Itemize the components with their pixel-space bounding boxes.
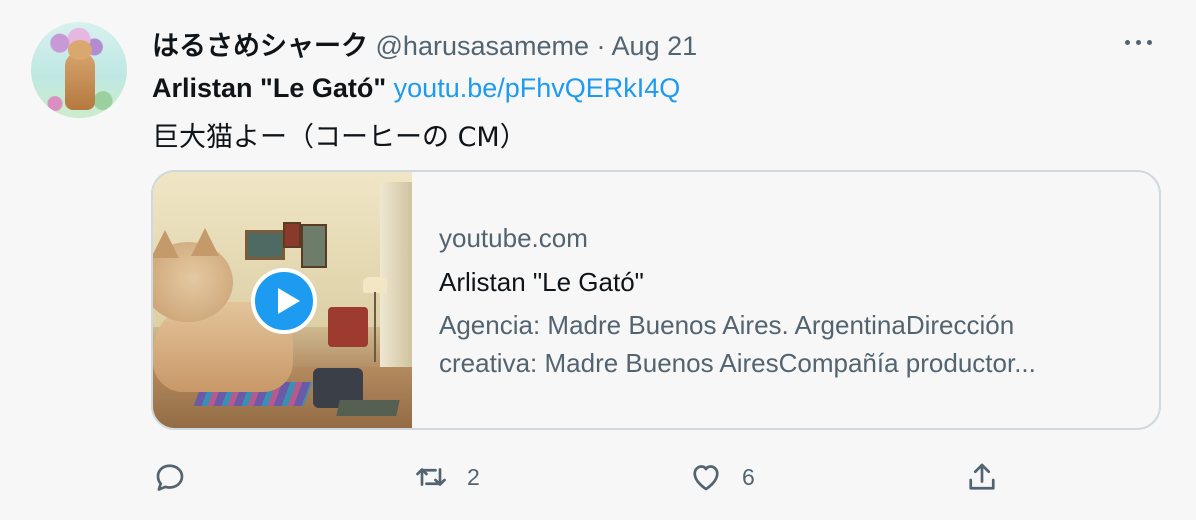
- retweet-icon: [416, 468, 446, 486]
- card-description-line2: creativa: Madre Buenos AiresCompañía pro…: [439, 348, 1036, 378]
- more-icon[interactable]: [1125, 30, 1163, 54]
- tweet-text-line1: Arlistan "Le Gató" youtu.be/pFhvQERkI4Q: [152, 73, 680, 104]
- reply-icon: [156, 464, 184, 491]
- video-thumbnail[interactable]: [153, 172, 412, 428]
- card-title: Arlistan "Le Gató": [439, 267, 644, 297]
- like-icon: [693, 465, 719, 491]
- like-count: 6: [742, 463, 755, 490]
- share-icon: [969, 463, 995, 490]
- reply-button[interactable]: [152, 455, 206, 499]
- tweet-link[interactable]: youtu.be/pFhvQERkI4Q: [394, 73, 681, 103]
- card-description-line1: Agencia: Madre Buenos Aires. ArgentinaDi…: [439, 310, 1015, 340]
- retweet-count: 2: [467, 463, 480, 490]
- like-button[interactable]: 6: [688, 455, 755, 499]
- tweet-date[interactable]: Aug 21: [612, 31, 698, 61]
- card-text: youtube.com Arlistan "Le Gató" Agencia: …: [439, 220, 1149, 382]
- display-name[interactable]: はるさめシャーク: [152, 31, 368, 62]
- card-description: Agencia: Madre Buenos Aires. ArgentinaDi…: [439, 306, 1129, 382]
- avatar-cat-illustration: [65, 40, 95, 110]
- tweet-title-text: Arlistan "Le Gató": [152, 73, 387, 103]
- tweet-text-line2: 巨大猫よー（コーヒーの CM）: [152, 122, 527, 153]
- card-domain: youtube.com: [439, 223, 588, 253]
- link-preview-card[interactable]: youtube.com Arlistan "Le Gató" Agencia: …: [151, 170, 1161, 430]
- retweet-button[interactable]: 2: [413, 455, 480, 499]
- tweet-actions: 2 6: [0, 455, 1196, 499]
- user-handle[interactable]: @harusasameme: [376, 31, 590, 61]
- header-separator: ·: [596, 31, 606, 61]
- share-button[interactable]: [964, 455, 1000, 499]
- tweet-header: はるさめシャーク @harusasameme · Aug 21: [152, 24, 697, 63]
- avatar[interactable]: [31, 22, 127, 118]
- play-icon[interactable]: [251, 268, 317, 334]
